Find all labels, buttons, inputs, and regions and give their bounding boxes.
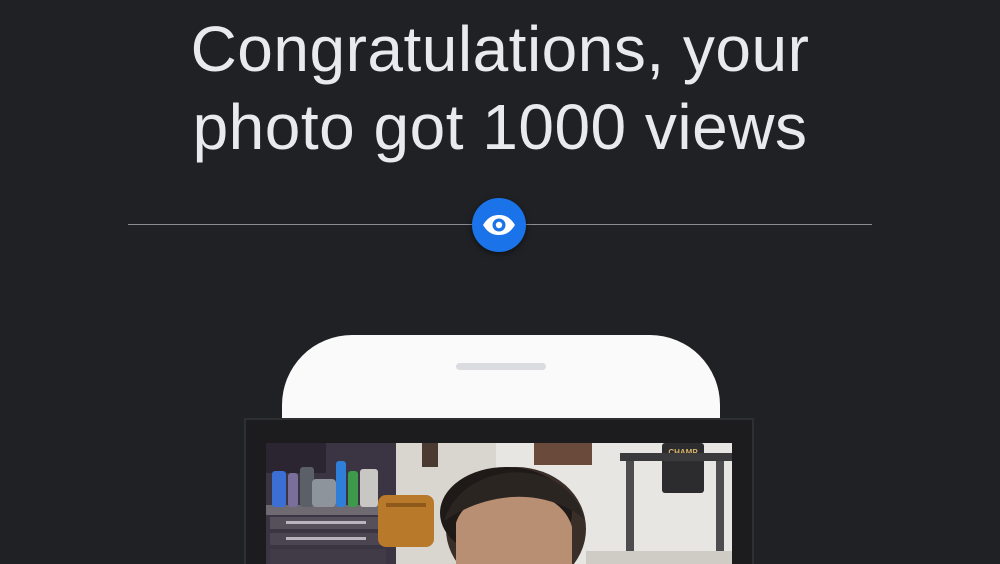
views-badge: [472, 198, 526, 252]
phone-speaker: [456, 363, 546, 370]
viewed-photo: CHAMP: [266, 443, 732, 564]
headline-line-1: Congratulations, your: [190, 13, 810, 85]
congratulations-headline: Congratulations, your photo got 1000 vie…: [0, 10, 1000, 166]
eye-icon: [483, 215, 515, 235]
headline-line-2: photo got 1000 views: [192, 91, 808, 163]
